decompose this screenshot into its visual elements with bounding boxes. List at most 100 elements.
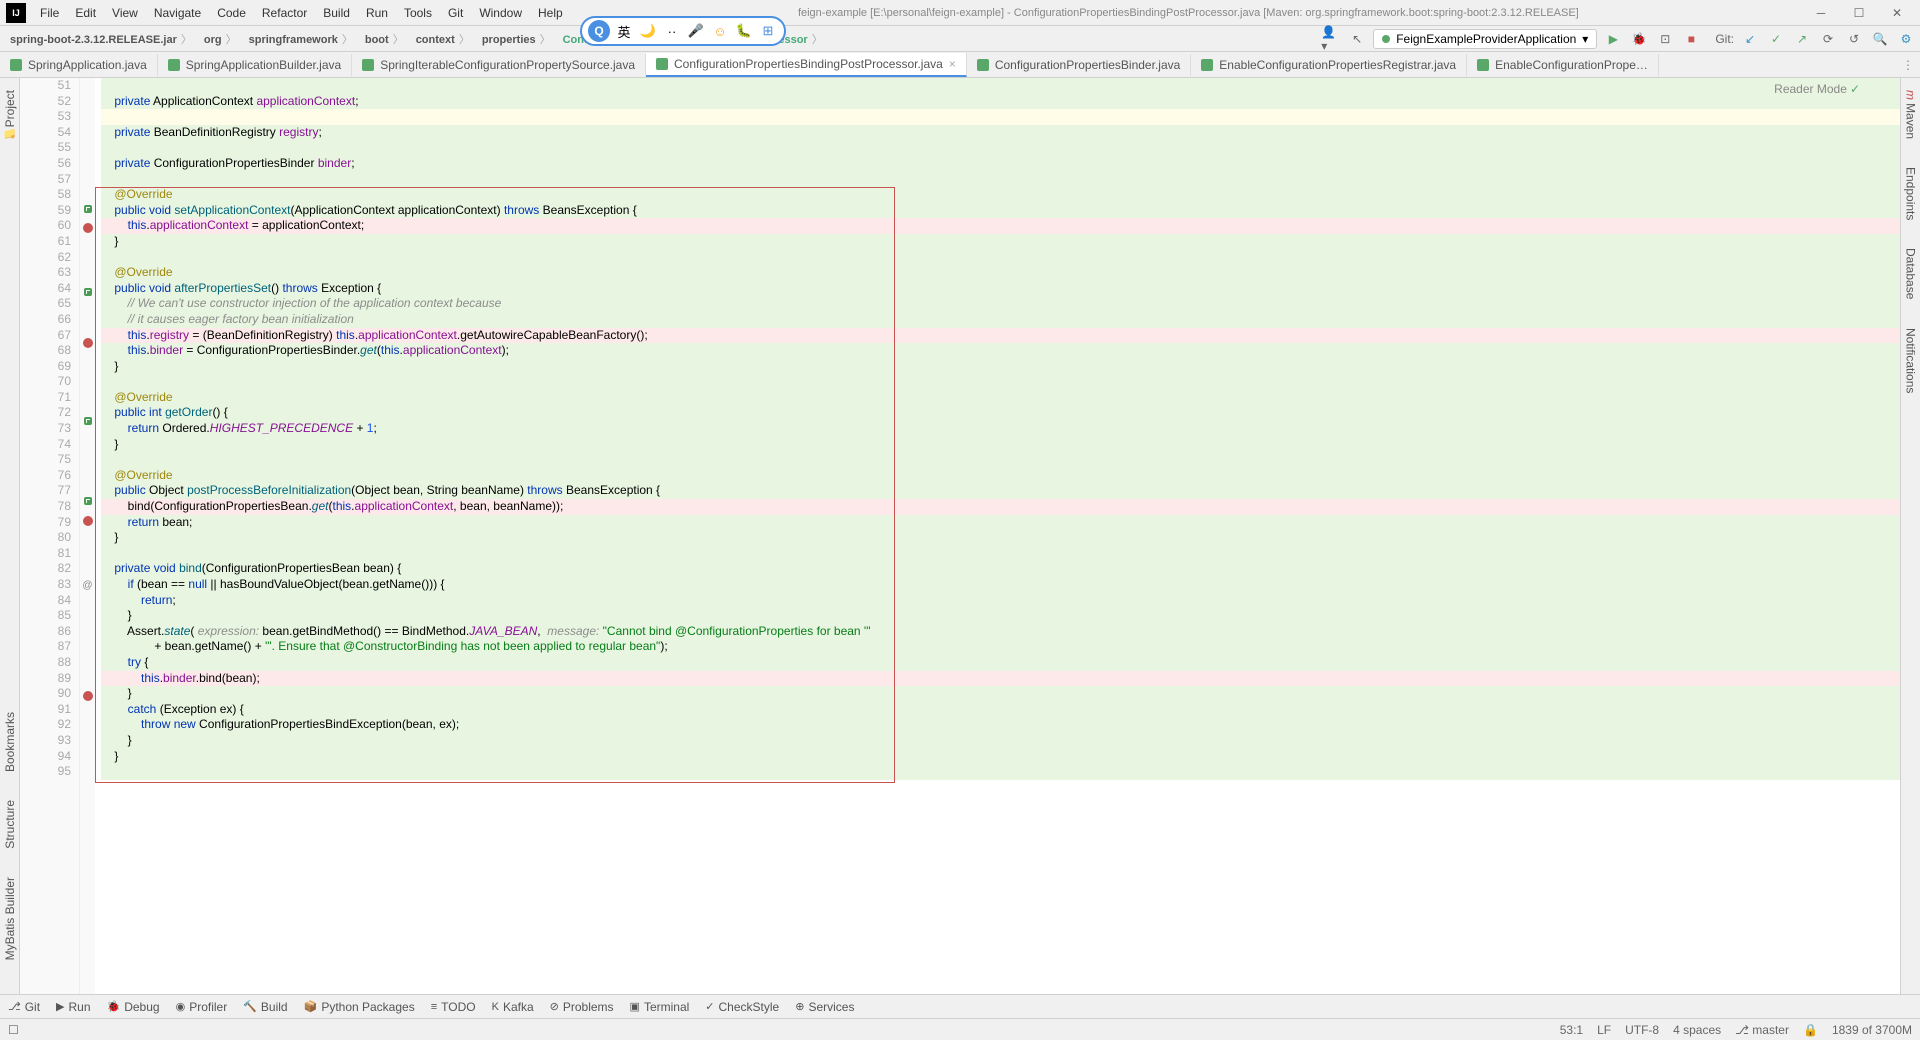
menu-build[interactable]: Build	[315, 3, 358, 23]
menu-window[interactable]: Window	[471, 3, 530, 23]
tool-profiler[interactable]: ◉ Profiler	[176, 1000, 228, 1014]
override-icon[interactable]	[84, 288, 92, 296]
crumb-sf[interactable]: springframework	[243, 29, 359, 49]
git-revert-icon[interactable]: ↺	[1844, 29, 1864, 49]
tool-run[interactable]: ▶ Run	[56, 1000, 90, 1014]
crumb-boot[interactable]: boot	[359, 29, 410, 49]
ime-lang-icon[interactable]: 英	[614, 21, 634, 41]
user-icon[interactable]: 👤▾	[1321, 29, 1341, 49]
chevron-down-icon: ▾	[1582, 32, 1588, 46]
navbar: spring-boot-2.3.12.RELEASE.jar org sprin…	[0, 26, 1920, 52]
menu-tools[interactable]: Tools	[396, 3, 440, 23]
usage-icon[interactable]: @	[80, 578, 95, 594]
tool-database[interactable]: Database	[1902, 244, 1920, 303]
crumb-jar[interactable]: spring-boot-2.3.12.RELEASE.jar	[4, 29, 198, 49]
tool-git[interactable]: ⎇ Git	[8, 1000, 40, 1014]
tool-kafka[interactable]: K Kafka	[492, 1000, 534, 1014]
tab-springapplicationbuilder[interactable]: SpringApplicationBuilder.java	[158, 54, 352, 76]
crumb-props[interactable]: properties	[476, 29, 557, 49]
git-history-icon[interactable]: ⟳	[1818, 29, 1838, 49]
ime-mic-icon[interactable]: 🎤	[686, 21, 706, 41]
menu-edit[interactable]: Edit	[67, 3, 104, 23]
git-update-icon[interactable]: ↙	[1740, 29, 1760, 49]
menu-view[interactable]: View	[104, 3, 146, 23]
tab-springapplication[interactable]: SpringApplication.java	[0, 54, 158, 76]
menu-navigate[interactable]: Navigate	[146, 3, 209, 23]
tool-maven[interactable]: m Maven	[1902, 86, 1920, 143]
run-status-icon	[1382, 35, 1390, 43]
java-file-icon	[977, 59, 989, 71]
tool-terminal[interactable]: ▣ Terminal	[630, 1000, 690, 1014]
marker-column[interactable]: @	[80, 78, 95, 994]
tool-build[interactable]: 🔨 Build	[243, 1000, 287, 1014]
menu-run[interactable]: Run	[358, 3, 396, 23]
crumb-org[interactable]: org	[198, 29, 243, 49]
gutter[interactable]: 5152535455565758596061626364656667686970…	[20, 78, 80, 994]
status-line-sep[interactable]: LF	[1597, 1023, 1611, 1037]
tool-endpoints[interactable]: Endpoints	[1902, 163, 1920, 224]
search-icon[interactable]: 🔍	[1870, 29, 1890, 49]
code-area[interactable]: private ApplicationContext applicationCo…	[95, 78, 1900, 994]
menu-git[interactable]: Git	[440, 3, 471, 23]
crumb-ctx[interactable]: context	[410, 29, 476, 49]
override-icon[interactable]	[84, 205, 92, 213]
ime-bug-icon[interactable]: 🐛	[734, 21, 754, 41]
run-config-selector[interactable]: FeignExampleProviderApplication ▾	[1373, 29, 1597, 49]
status-hint-icon[interactable]: ☐	[8, 1023, 19, 1037]
breakpoint-icon[interactable]	[83, 691, 93, 701]
tab-configpropsbinder[interactable]: ConfigurationPropertiesBinder.java	[967, 54, 1191, 76]
ime-grid-icon[interactable]: ⊞	[758, 21, 778, 41]
tool-python[interactable]: 📦 Python Packages	[304, 1000, 415, 1014]
breakpoint-icon[interactable]	[83, 516, 93, 526]
coverage-button[interactable]: ⊡	[1655, 29, 1675, 49]
tool-debug[interactable]: 🐞 Debug	[107, 1000, 160, 1014]
tool-todo[interactable]: ≡ TODO	[431, 1000, 476, 1014]
back-icon[interactable]: ↖	[1347, 29, 1367, 49]
ime-icon[interactable]: Q	[588, 20, 610, 42]
tab-overflow-icon[interactable]: ⋮	[1896, 58, 1920, 72]
override-icon[interactable]	[84, 417, 92, 425]
tab-enableconfig-more[interactable]: EnableConfigurationPrope…	[1467, 54, 1659, 76]
menu-code[interactable]: Code	[209, 3, 254, 23]
stop-button[interactable]: ■	[1681, 29, 1701, 49]
ime-smile-icon[interactable]: ☺	[710, 21, 730, 41]
git-commit-icon[interactable]: ✓	[1766, 29, 1786, 49]
git-push-icon[interactable]: ↗	[1792, 29, 1812, 49]
ime-toolbar[interactable]: Q 英 🌙 ·· 🎤 ☺ 🐛 ⊞	[580, 16, 786, 46]
status-indent[interactable]: 4 spaces	[1673, 1023, 1721, 1037]
breakpoint-icon[interactable]	[83, 223, 93, 233]
status-branch[interactable]: ⎇ master	[1735, 1023, 1789, 1037]
code-editor[interactable]: 5152535455565758596061626364656667686970…	[20, 78, 1900, 994]
minimize-button[interactable]: ─	[1806, 3, 1836, 23]
override-icon[interactable]	[84, 497, 92, 505]
menu-help[interactable]: Help	[530, 3, 571, 23]
tool-structure[interactable]: Structure	[1, 796, 19, 853]
menu-file[interactable]: File	[32, 3, 67, 23]
tool-project[interactable]: 📁Project	[1, 86, 19, 144]
tab-configpropsbinding[interactable]: ConfigurationPropertiesBindingPostProces…	[646, 53, 967, 77]
debug-button[interactable]: 🐞	[1629, 29, 1649, 49]
status-caret-pos[interactable]: 53:1	[1560, 1023, 1583, 1037]
ime-moon-icon[interactable]: 🌙	[638, 21, 658, 41]
tool-services[interactable]: ⊕ Services	[795, 1000, 854, 1014]
status-encoding[interactable]: UTF-8	[1625, 1023, 1659, 1037]
tool-mybatis[interactable]: MyBatis Builder	[1, 873, 19, 964]
tool-checkstyle[interactable]: ✓ CheckStyle	[705, 1000, 779, 1014]
tab-enableconfigregistrar[interactable]: EnableConfigurationPropertiesRegistrar.j…	[1191, 54, 1467, 76]
status-memory[interactable]: 1839 of 3700M	[1832, 1023, 1912, 1037]
maximize-button[interactable]: ☐	[1844, 3, 1874, 23]
close-button[interactable]: ✕	[1882, 3, 1912, 23]
breakpoint-icon[interactable]	[83, 338, 93, 348]
tab-close-icon[interactable]: ×	[949, 57, 956, 71]
tool-bookmarks[interactable]: Bookmarks	[1, 708, 19, 776]
tool-problems[interactable]: ⊘ Problems	[550, 1000, 614, 1014]
status-lock-icon[interactable]: 🔒	[1803, 1023, 1818, 1037]
reader-mode-label[interactable]: Reader Mode ✓	[1774, 82, 1860, 96]
run-button[interactable]: ▶	[1603, 29, 1623, 49]
ime-punct-icon[interactable]: ··	[662, 21, 682, 41]
statusbar: ☐ 53:1 LF UTF-8 4 spaces ⎇ master 🔒 1839…	[0, 1018, 1920, 1040]
menu-refactor[interactable]: Refactor	[254, 3, 315, 23]
tab-springiterableconfig[interactable]: SpringIterableConfigurationPropertySourc…	[352, 54, 646, 76]
settings-icon[interactable]: ⚙	[1896, 29, 1916, 49]
tool-notifications[interactable]: Notifications	[1902, 324, 1920, 397]
